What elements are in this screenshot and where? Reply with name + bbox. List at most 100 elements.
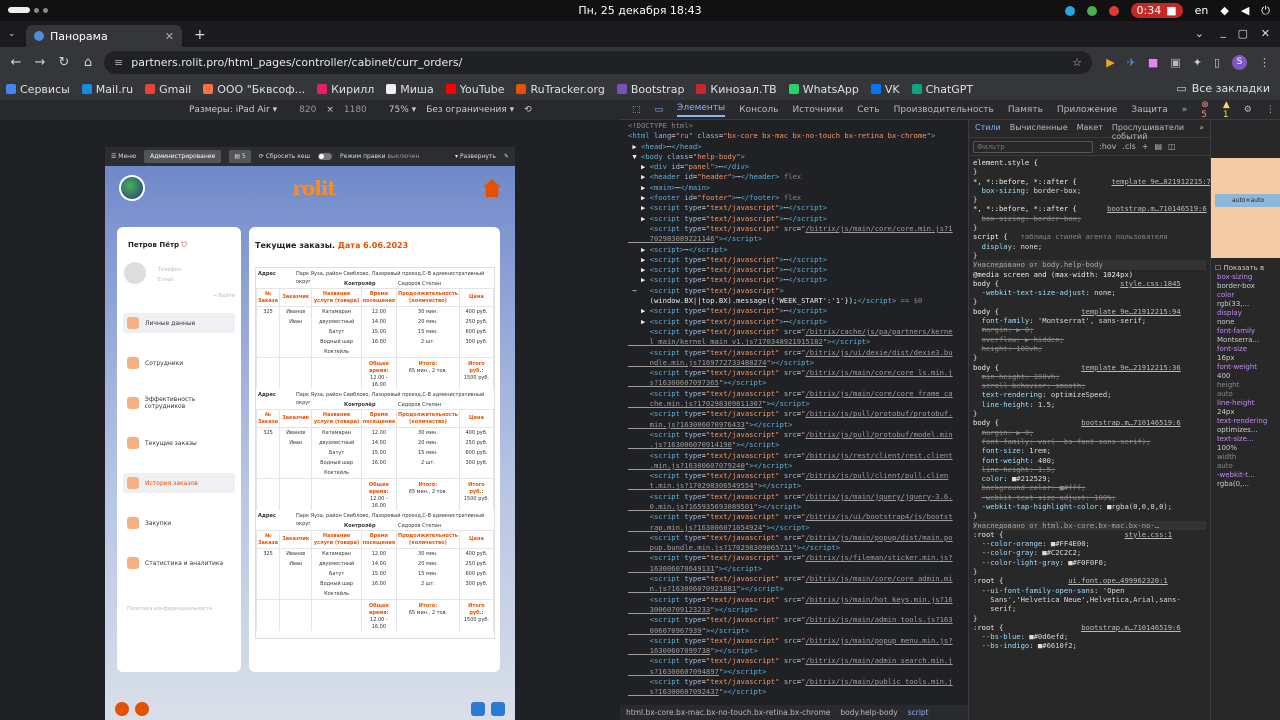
new-rule-icon[interactable]: + <box>1142 142 1149 151</box>
reload-icon[interactable]: ↻ <box>52 55 76 70</box>
all-bookmarks-button[interactable]: ▭ Все закладки <box>1176 82 1270 95</box>
tab-list-icon[interactable]: ⌄ <box>1195 27 1204 40</box>
sidebar-menu-item[interactable]: Сотрудники <box>123 353 235 373</box>
browser-tab[interactable]: Панорама ✕ <box>26 25 182 47</box>
breadcrumb-item[interactable]: body.help-body <box>840 708 897 717</box>
home-icon[interactable] <box>483 179 501 197</box>
window-minimize-icon[interactable]: _ <box>1221 25 1227 38</box>
box-model-diagram[interactable]: auto×auto <box>1211 158 1280 258</box>
styles-subtab[interactable]: Макет <box>1077 123 1103 134</box>
devtools-tab[interactable]: Источники <box>792 105 843 115</box>
sidebar-menu-item[interactable]: Закупки <box>123 513 235 533</box>
volume-icon[interactable]: ◀ <box>1241 4 1249 17</box>
zoom-select[interactable]: 75% ▾ <box>389 105 416 115</box>
warnings-badge[interactable]: ▲ 1 <box>1223 100 1230 120</box>
device-select[interactable]: Размеры: iPad Air ▾ <box>189 105 277 115</box>
styles-subtab[interactable]: Стили <box>975 123 1001 134</box>
screen-record-indicator[interactable]: 0:34 ■ <box>1130 3 1183 18</box>
css-rules[interactable]: element.style { } *, *::before, *::after… <box>969 156 1210 653</box>
email-icon[interactable] <box>135 702 149 716</box>
extension-icon-4[interactable]: ▣ <box>1170 56 1180 69</box>
height-input[interactable]: 1180 <box>344 105 367 115</box>
sidebar-toggle-icon[interactable]: ◫ <box>1168 142 1176 151</box>
breadcrumb-item[interactable]: script <box>908 708 929 717</box>
sidebar-menu-item[interactable]: Статистика и аналитика <box>123 553 235 573</box>
telegram-icon[interactable] <box>471 702 485 716</box>
bookmark-star-icon[interactable]: ☆ <box>1072 56 1082 69</box>
site-logo[interactable]: rolit <box>292 176 336 200</box>
forward-icon[interactable]: → <box>28 55 52 70</box>
clock[interactable]: Пн, 25 декабря 18:43 <box>578 4 701 17</box>
bookmark-item[interactable]: RuTracker.org <box>510 83 610 96</box>
more-subtabs-icon[interactable]: » <box>1199 123 1204 134</box>
bookmark-item[interactable]: Кирилл <box>311 83 380 96</box>
settings-gear-icon[interactable]: ⚙ <box>1244 105 1252 115</box>
styles-subtab[interactable]: Прослушиватели событий <box>1112 123 1190 141</box>
window-close-icon[interactable]: ✕ <box>1261 27 1270 40</box>
site-menu-button[interactable]: ☰ Меню <box>111 153 136 160</box>
computed-toggle-icon[interactable]: ▤ <box>1154 142 1162 151</box>
cls-toggle[interactable]: .cls <box>1122 142 1135 151</box>
tab-close-icon[interactable]: ✕ <box>165 30 174 43</box>
bookmark-item[interactable]: WhatsApp <box>783 83 865 96</box>
profile-avatar[interactable]: S <box>1232 55 1247 70</box>
sidebar-menu-item[interactable]: История заказов <box>123 473 235 493</box>
bookmark-item[interactable]: ChatGPT <box>906 83 980 96</box>
devtools-tab[interactable]: Сеть <box>857 105 879 115</box>
more-tabs-icon[interactable]: » <box>1182 105 1188 115</box>
menu-kebab-icon[interactable]: ⋮ <box>1259 56 1270 69</box>
inspect-icon[interactable]: ⬚ <box>632 105 641 115</box>
hov-toggle[interactable]: :hov <box>1099 142 1116 151</box>
styles-subtab[interactable]: Вычисленные <box>1010 123 1068 134</box>
styles-filter-input[interactable]: Фильтр <box>973 140 1093 153</box>
devtools-tab[interactable]: Производительность <box>894 105 994 115</box>
devtools-menu-icon[interactable]: ⋮ <box>1266 105 1275 115</box>
address-bar[interactable]: ≡ partners.rolit.pro/html_pages/controll… <box>104 51 1092 74</box>
pin-icon[interactable]: ✎ <box>504 153 509 160</box>
check-tray-icon[interactable] <box>1086 5 1097 16</box>
tab-search-icon[interactable]: ⌄ <box>8 29 16 39</box>
bookmark-item[interactable]: YouTube <box>440 83 511 96</box>
bookmark-item[interactable]: Bootstrap <box>611 83 691 96</box>
show-all-checkbox[interactable]: ☐ Показать в <box>1211 264 1280 273</box>
breadcrumb-item[interactable]: html.bx-core.bx-mac.bx-no-touch.bx-retin… <box>626 708 830 717</box>
adblock-tray-icon[interactable] <box>1108 5 1119 16</box>
reset-cache-button[interactable]: ⟳ Сбросить кеш <box>259 153 310 160</box>
extension-icon-3[interactable]: ■ <box>1148 56 1158 69</box>
home-icon[interactable]: ⌂ <box>76 55 100 70</box>
workspaces-indicator[interactable] <box>8 7 48 13</box>
globe-icon[interactable] <box>119 175 145 201</box>
keyboard-layout[interactable]: en <box>1195 4 1209 17</box>
devtools-tab[interactable]: Элементы <box>677 103 726 117</box>
throttle-select[interactable]: Без ограничения ▾ <box>426 105 514 115</box>
bookmark-item[interactable]: Gmail <box>139 83 197 96</box>
sidebar-menu-item[interactable]: Эффективность сотрудников <box>123 393 235 413</box>
avatar[interactable] <box>124 262 146 284</box>
phone-icon[interactable] <box>115 702 129 716</box>
site-info-icon[interactable]: ≡ <box>114 56 123 69</box>
extension-icon-2[interactable]: ✈ <box>1127 56 1136 69</box>
side-panel-icon[interactable]: ▯ <box>1214 56 1220 69</box>
sidebar-menu-item[interactable]: Текущие заказы <box>123 433 235 453</box>
window-maximize-icon[interactable]: ▢ <box>1238 27 1248 40</box>
device-toggle-icon[interactable]: ▭ <box>655 105 664 115</box>
elements-tree[interactable]: <!DOCTYPE html> <html lang="ru" class="b… <box>620 120 968 705</box>
devtools-tab[interactable]: Приложение <box>1057 105 1118 115</box>
telegram-tray-icon[interactable] <box>1064 5 1075 16</box>
privacy-policy-link[interactable]: Политика конфиденциальности <box>127 606 212 612</box>
errors-badge[interactable]: ⊗ 5 <box>1201 100 1209 120</box>
devtools-tab[interactable]: Защита <box>1131 105 1167 115</box>
expand-button[interactable]: ▾ Развернуть <box>455 153 496 160</box>
notifications-button[interactable]: ▤ 5 <box>229 150 251 163</box>
width-input[interactable]: 820 <box>299 105 316 115</box>
devtools-tab[interactable]: Память <box>1008 105 1043 115</box>
vk-icon[interactable] <box>491 702 505 716</box>
wifi-icon[interactable]: ◆ <box>1220 4 1228 17</box>
sidebar-menu-item[interactable]: Личные данные <box>123 313 235 333</box>
back-icon[interactable]: ← <box>4 55 28 70</box>
bookmark-item[interactable]: Кинозал.ТВ <box>690 83 782 96</box>
extension-icon[interactable]: ▶ <box>1106 56 1114 69</box>
new-tab-icon[interactable]: + <box>194 27 206 43</box>
bookmark-item[interactable]: VK <box>865 83 906 96</box>
power-icon[interactable]: ⏻ <box>1261 4 1270 18</box>
